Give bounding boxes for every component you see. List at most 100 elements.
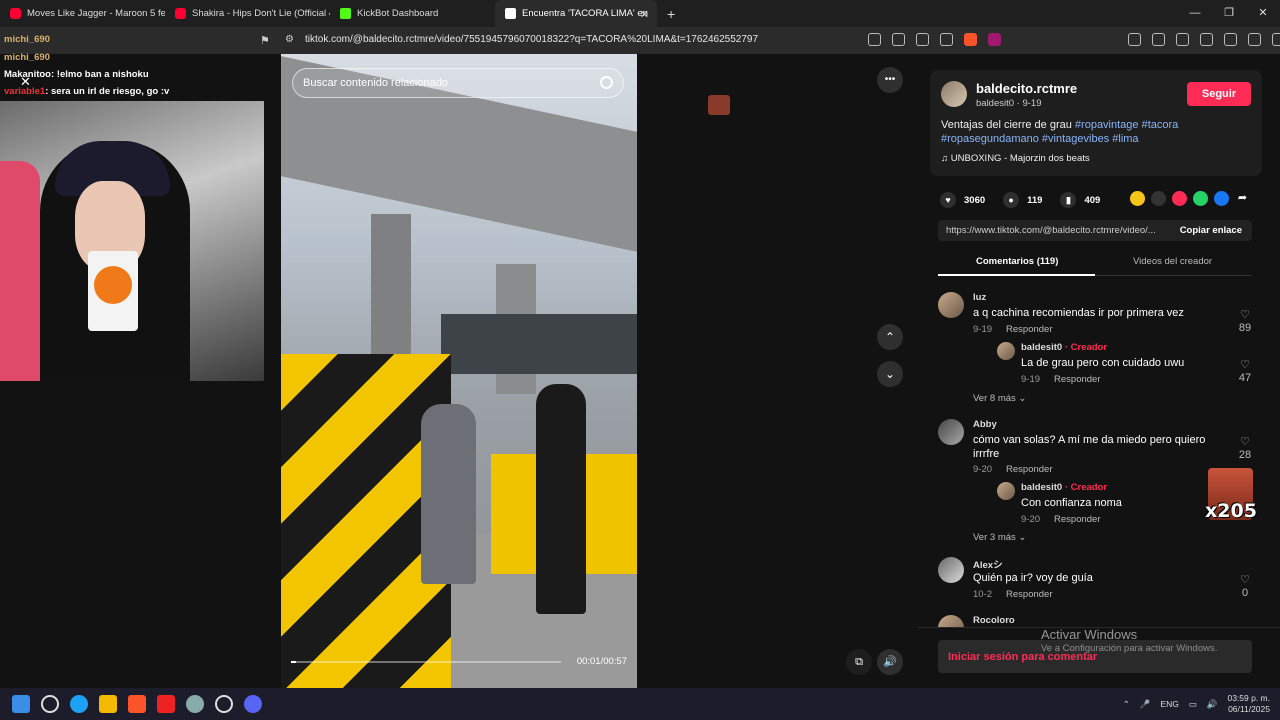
next-video-button[interactable]: ⌄ [877,361,903,387]
clock[interactable]: 03:59 p. m. 06/11/2025 [1227,693,1270,715]
vpn-icon[interactable] [1248,33,1261,46]
url-field[interactable]: tiktok.com/@baldecito.rctmre/video/75519… [305,34,758,45]
network-icon[interactable]: ▭ [1189,699,1197,710]
search-icon[interactable] [41,695,59,713]
share-icon[interactable] [940,33,953,46]
minimize-icon[interactable]: — [1178,0,1212,27]
commenter-name[interactable]: luz [973,292,986,303]
coin-icon[interactable] [1130,191,1145,206]
reply-author[interactable]: baldesit0 · Creador [1021,342,1107,353]
tab-tiktok[interactable]: Encuentra 'TACORA LIMA' en ✕ [495,0,657,27]
translate-icon[interactable] [916,33,929,46]
music-track[interactable]: ♫ UNBOXING - Majorzin dos beats [941,153,1090,164]
video-link[interactable]: https://www.tiktok.com/@baldecito.rctmre… [946,225,1168,236]
microphone-icon[interactable]: 🎤 [1140,699,1151,710]
wallet-icon[interactable] [1200,33,1213,46]
video-time: 00:01/00:57 [576,656,627,667]
sidebar-icon[interactable] [1176,33,1189,46]
app-icon[interactable] [215,695,233,713]
send-icon[interactable] [1172,191,1187,206]
search-icon[interactable] [600,76,613,89]
commenter-name[interactable]: Rocoloro [973,615,1015,626]
hashtag[interactable]: #lima [1112,133,1138,145]
restore-icon[interactable]: ❐ [1212,0,1246,27]
commenter-avatar[interactable] [938,615,964,627]
hashtag[interactable]: #tacora [1142,119,1179,131]
tab-moves-like-jagger[interactable]: Moves Like Jagger - Maroon 5 featu [0,0,165,27]
share-arrow-icon[interactable]: ➦ [1235,191,1250,206]
commenter-name[interactable]: Abby [973,419,997,430]
tab-creator-videos[interactable]: Videos del creador [1133,256,1212,267]
video-progress-bar[interactable] [291,661,561,663]
volume-icon[interactable]: 🔊 [877,649,903,675]
heart-icon[interactable]: ♥ [940,192,956,208]
more-options-button[interactable]: ••• [877,67,903,93]
brave-icon[interactable] [128,695,146,713]
language-indicator[interactable]: ENG [1160,699,1178,709]
chevron-up-icon[interactable]: ⌃ [1123,699,1130,710]
reply-author[interactable]: baldesit0 · Creador [1021,482,1107,493]
tab-label: Moves Like Jagger - Maroon 5 featu [27,8,165,19]
heart-icon[interactable]: ♡ [1238,435,1252,448]
share-options: ➦ [1130,191,1250,206]
music-icon[interactable] [1152,33,1165,46]
extensions-icon[interactable] [1224,33,1237,46]
tab-kickbot[interactable]: KickBot Dashboard [330,0,495,27]
author-avatar[interactable] [941,81,967,107]
tab-comments[interactable]: Comentarios (119) [976,256,1058,267]
brave-shield-icon[interactable] [964,33,977,46]
heart-icon[interactable]: ♡ [1238,573,1252,586]
video-player[interactable]: Buscar contenido relacionado 00:01/00:57 [281,54,637,688]
close-tab-icon[interactable]: ✕ [640,8,649,21]
tracking-icon[interactable] [868,33,881,46]
settings-icon[interactable] [186,695,204,713]
hashtag[interactable]: #ropasegundamano [941,133,1039,145]
commenter-avatar[interactable] [938,419,964,445]
file-explorer-icon[interactable] [99,695,117,713]
heart-icon[interactable]: ♡ [1238,358,1252,371]
discord-icon[interactable] [244,695,262,713]
screenshot-icon[interactable] [1128,33,1141,46]
start-icon[interactable] [12,695,30,713]
close-overlay-icon[interactable]: ✕ [20,74,31,90]
heart-icon[interactable]: ♡ [1238,308,1252,321]
rewards-icon[interactable] [988,33,1001,46]
new-tab-button[interactable]: + [667,6,675,22]
site-info-icon[interactable]: ⚙ [285,34,294,45]
commenter-avatar[interactable] [938,292,964,318]
hashtag[interactable]: #vintagevibes [1042,133,1109,145]
close-window-icon[interactable]: ✕ [1246,0,1280,27]
follow-button[interactable]: Seguir [1187,82,1251,106]
reply-button[interactable]: Responder [1006,464,1052,475]
comment-likes: 89 [1238,322,1252,334]
reply-button[interactable]: Responder [1054,374,1100,385]
commenter-avatar[interactable] [938,557,964,583]
whatsapp-icon[interactable] [1193,191,1208,206]
copy-link-button[interactable]: Copiar enlace [1180,225,1242,236]
embed-icon[interactable] [1151,191,1166,206]
like-count: 3060 [964,194,986,206]
related-search-input[interactable]: Buscar contenido relacionado [292,68,624,98]
facebook-icon[interactable] [1214,191,1229,206]
creator-avatar[interactable] [997,482,1015,500]
tab-shakira[interactable]: Shakira - Hips Don't Lie (Official 4K V [165,0,330,27]
volume-icon[interactable]: 🔊 [1207,699,1218,710]
view-more-replies[interactable]: Ver 3 más ⌄ [973,532,1026,543]
previous-video-button[interactable]: ⌃ [877,324,903,350]
reply-button[interactable]: Responder [1054,514,1100,525]
search-icon[interactable] [892,33,905,46]
author-username[interactable]: baldecito.rctmre [976,81,1077,96]
commenter-name[interactable]: Alexシ [973,557,1003,571]
bookmark-icon[interactable]: ▮ [1060,192,1077,208]
reply-button[interactable]: Responder [1006,589,1052,600]
menu-icon[interactable] [1272,33,1280,46]
comment-icon[interactable]: ● [1003,192,1020,208]
media-app-icon[interactable] [157,695,175,713]
creator-avatar[interactable] [997,342,1015,360]
miniplayer-icon[interactable]: ⧉ [846,649,872,675]
edge-icon[interactable] [70,695,88,713]
drink-cup [88,251,138,331]
reply-button[interactable]: Responder [1006,324,1052,335]
hashtag[interactable]: #ropavintage [1075,119,1139,131]
view-more-replies[interactable]: Ver 8 más ⌄ [973,393,1026,404]
